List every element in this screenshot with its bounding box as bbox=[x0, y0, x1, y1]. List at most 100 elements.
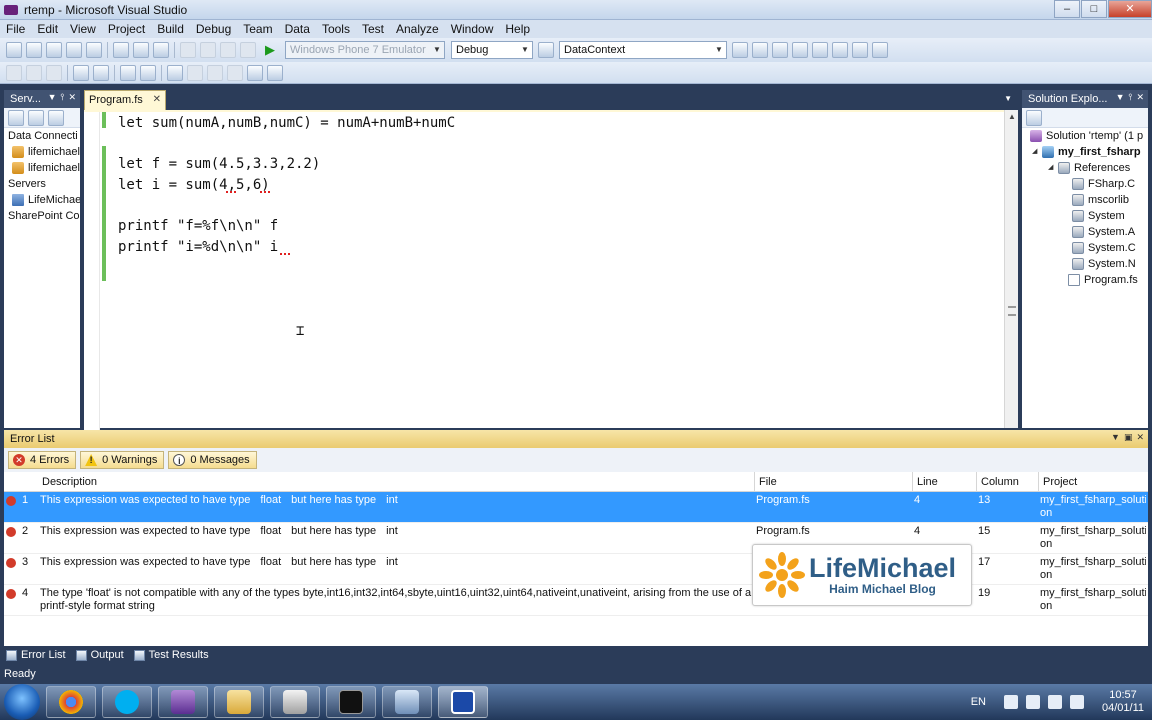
column-header-line[interactable]: Line bbox=[912, 472, 976, 492]
start-debugging-icon[interactable]: ▶ bbox=[262, 42, 278, 58]
toggle-bookmark-icon[interactable] bbox=[167, 64, 183, 81]
tree-item-data-connections[interactable]: Data Connecti bbox=[4, 128, 80, 144]
server-explorer-icon[interactable] bbox=[732, 42, 748, 58]
active-files-dropdown-icon[interactable]: ▼ bbox=[1004, 94, 1012, 103]
cut-icon[interactable] bbox=[113, 42, 129, 58]
parameter-info-icon[interactable] bbox=[26, 64, 42, 81]
auto-hide-pin-icon[interactable]: ⫯ bbox=[61, 92, 65, 103]
extension-manager-icon[interactable] bbox=[832, 42, 848, 58]
previous-bookmark-in-folder-icon[interactable] bbox=[227, 64, 243, 81]
tree-item-reference[interactable]: System.A bbox=[1022, 224, 1148, 240]
tree-item-reference[interactable]: System.C bbox=[1022, 240, 1148, 256]
properties-icon[interactable] bbox=[1026, 109, 1042, 126]
show-hidden-icons-icon[interactable] bbox=[1025, 695, 1040, 709]
messages-filter-button[interactable]: i 0 Messages bbox=[168, 451, 257, 469]
find-input[interactable]: DataContext ▼ bbox=[559, 41, 727, 59]
taskbar-visual-studio[interactable] bbox=[158, 686, 208, 718]
close-button[interactable]: ✕ bbox=[1108, 0, 1152, 18]
taskbar-skype[interactable] bbox=[102, 686, 152, 718]
close-icon[interactable]: ✕ bbox=[153, 91, 161, 109]
table-row[interactable]: 1 This expression was expected to have t… bbox=[4, 492, 1148, 523]
clear-bookmarks-icon[interactable] bbox=[267, 64, 283, 81]
refresh-icon[interactable] bbox=[8, 109, 24, 126]
menu-view[interactable]: View bbox=[64, 22, 102, 36]
menu-file[interactable]: File bbox=[0, 22, 31, 36]
tree-item-sharepoint[interactable]: SharePoint Cor bbox=[4, 208, 80, 224]
toolbox-icon[interactable] bbox=[812, 42, 828, 58]
object-browser-icon[interactable] bbox=[792, 42, 808, 58]
menu-analyze[interactable]: Analyze bbox=[390, 22, 445, 36]
command-window-icon[interactable] bbox=[872, 42, 888, 58]
taskbar-explorer[interactable] bbox=[214, 686, 264, 718]
errors-filter-button[interactable]: ✕ 4 Errors bbox=[8, 451, 77, 469]
close-icon[interactable]: ✕ bbox=[1136, 92, 1144, 103]
tree-item-servers[interactable]: Servers bbox=[4, 176, 80, 192]
tab-test-results[interactable]: Test Results bbox=[133, 649, 209, 661]
tree-item-connection[interactable]: lifemichael bbox=[4, 144, 80, 160]
expand-triangle-icon[interactable]: ◢ bbox=[1032, 144, 1042, 160]
comment-lines-icon[interactable] bbox=[120, 64, 136, 81]
tab-program-fs[interactable]: Program.fs ✕ bbox=[84, 90, 166, 110]
code-text-area[interactable]: let sum(numA,numB,numC) = numA+numB+numC… bbox=[84, 110, 1004, 430]
find-in-files-icon[interactable] bbox=[538, 42, 554, 58]
tab-output[interactable]: Output bbox=[75, 649, 124, 661]
tree-item-project[interactable]: ◢ my_first_fsharp bbox=[1022, 144, 1148, 160]
network-icon[interactable] bbox=[1047, 695, 1062, 709]
auto-hide-pin-icon[interactable]: ⫯ bbox=[1129, 92, 1133, 103]
menu-tools[interactable]: Tools bbox=[316, 22, 356, 36]
tree-item-server[interactable]: LifeMichae bbox=[4, 192, 80, 208]
connect-to-database-icon[interactable] bbox=[48, 109, 64, 126]
tree-item-reference[interactable]: FSharp.C bbox=[1022, 176, 1148, 192]
undo-icon[interactable] bbox=[180, 42, 196, 58]
menu-edit[interactable]: Edit bbox=[31, 22, 64, 36]
taskbar-recorder[interactable] bbox=[438, 686, 488, 718]
expand-triangle-icon[interactable]: ◢ bbox=[1048, 160, 1058, 176]
menu-project[interactable]: Project bbox=[102, 22, 151, 36]
column-header-description[interactable]: Description bbox=[38, 472, 754, 492]
menu-test[interactable]: Test bbox=[356, 22, 390, 36]
redo-icon[interactable] bbox=[200, 42, 216, 58]
table-row[interactable]: 3 This expression was expected to have t… bbox=[4, 554, 1148, 585]
menu-help[interactable]: Help bbox=[499, 22, 536, 36]
window-position-icon[interactable]: ▼ bbox=[1116, 92, 1125, 103]
save-icon[interactable] bbox=[66, 42, 82, 58]
open-file-icon[interactable] bbox=[46, 42, 62, 58]
scrollbar-grip[interactable] bbox=[1008, 306, 1016, 316]
tree-item-reference[interactable]: System.N bbox=[1022, 256, 1148, 272]
tree-item-reference[interactable]: mscorlib bbox=[1022, 192, 1148, 208]
taskbar-paint[interactable] bbox=[270, 686, 320, 718]
list-members-icon[interactable] bbox=[6, 64, 22, 81]
start-page-icon[interactable] bbox=[852, 42, 868, 58]
table-row[interactable]: 4 The type 'float' is not compatible wit… bbox=[4, 585, 1148, 616]
taskbar-command-prompt[interactable] bbox=[326, 686, 376, 718]
window-position-icon[interactable]: ▼ bbox=[1111, 432, 1120, 443]
editor-vertical-scrollbar[interactable]: ▲ bbox=[1004, 110, 1018, 428]
taskbar-tool[interactable] bbox=[382, 686, 432, 718]
language-indicator[interactable]: EN bbox=[971, 696, 986, 708]
column-header-project[interactable]: Project bbox=[1038, 472, 1148, 492]
tray-clock[interactable]: 10:57 04/01/11 bbox=[1102, 689, 1144, 715]
tray-app-icon[interactable] bbox=[1003, 695, 1018, 709]
quick-info-icon[interactable] bbox=[46, 64, 62, 81]
properties-icon[interactable] bbox=[772, 42, 788, 58]
next-bookmark-icon[interactable] bbox=[207, 64, 223, 81]
next-bookmark-in-folder-icon[interactable] bbox=[247, 64, 263, 81]
tree-item-references[interactable]: ◢ References bbox=[1022, 160, 1148, 176]
close-icon[interactable]: ✕ bbox=[1136, 432, 1144, 443]
minimize-button[interactable]: – bbox=[1054, 0, 1080, 18]
navigate-backward-icon[interactable] bbox=[220, 42, 236, 58]
copy-icon[interactable] bbox=[133, 42, 149, 58]
maximize-button[interactable]: □ bbox=[1081, 0, 1107, 18]
tree-item-connection[interactable]: lifemichael bbox=[4, 160, 80, 176]
windows-start-icon[interactable] bbox=[4, 684, 40, 720]
uncomment-lines-icon[interactable] bbox=[140, 64, 156, 81]
decrease-indent-icon[interactable] bbox=[73, 64, 89, 81]
window-position-icon[interactable]: ▼ bbox=[48, 92, 57, 103]
tab-error-list[interactable]: Error List bbox=[6, 649, 66, 661]
tree-item-file[interactable]: Program.fs bbox=[1022, 272, 1148, 288]
warnings-filter-button[interactable]: ! 0 Warnings bbox=[80, 451, 165, 469]
tree-item-reference[interactable]: System bbox=[1022, 208, 1148, 224]
menu-team[interactable]: Team bbox=[237, 22, 278, 36]
column-header-column[interactable]: Column bbox=[976, 472, 1038, 492]
volume-icon[interactable] bbox=[1069, 695, 1084, 709]
